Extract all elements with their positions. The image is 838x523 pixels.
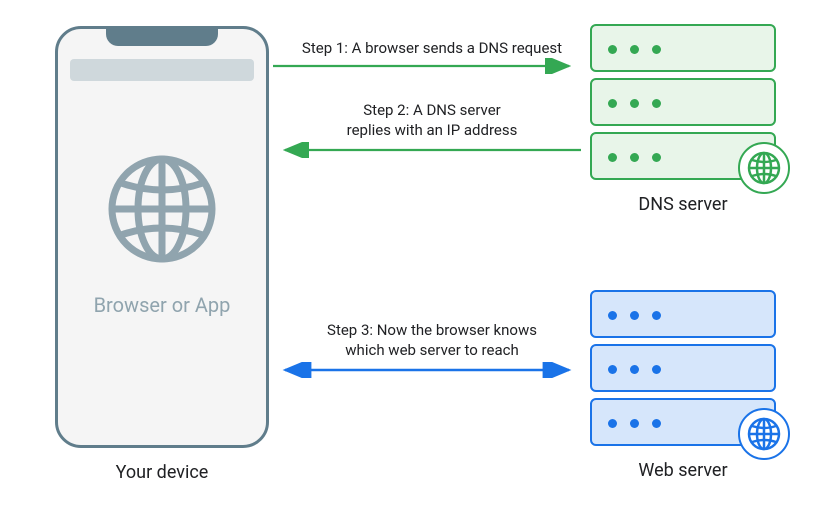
phone-app-label: Browser or App [58, 293, 266, 317]
server-unit [590, 78, 776, 126]
step2-text: Step 2: A DNS server replies with an IP … [292, 100, 572, 141]
step3-line2: which web server to reach [345, 341, 518, 359]
arrow-step2 [273, 142, 581, 158]
web-caption: Web server [590, 460, 776, 481]
web-server-stack [590, 290, 776, 452]
globe-icon [738, 408, 790, 460]
dns-flow-diagram: Browser or App Your device DNS server [0, 0, 838, 523]
dns-caption: DNS server [590, 194, 776, 215]
device-phone: Browser or App [55, 26, 269, 448]
device-caption: Your device [55, 462, 269, 483]
globe-icon [106, 153, 218, 269]
arrow-step1 [273, 58, 581, 74]
server-unit [590, 24, 776, 72]
server-unit [590, 344, 776, 392]
step3-text: Step 3: Now the browser knows which web … [292, 320, 572, 361]
dns-server-stack [590, 24, 776, 186]
step2-line1: Step 2: A DNS server [363, 101, 501, 119]
step3-line1: Step 3: Now the browser knows [327, 321, 537, 339]
step1-text: Step 1: A browser sends a DNS request [292, 38, 572, 58]
server-unit [590, 290, 776, 338]
arrow-step3 [273, 362, 581, 378]
step2-line2: replies with an IP address [347, 121, 518, 139]
globe-icon [738, 142, 790, 194]
phone-address-bar [70, 59, 254, 81]
phone-notch [106, 28, 218, 46]
